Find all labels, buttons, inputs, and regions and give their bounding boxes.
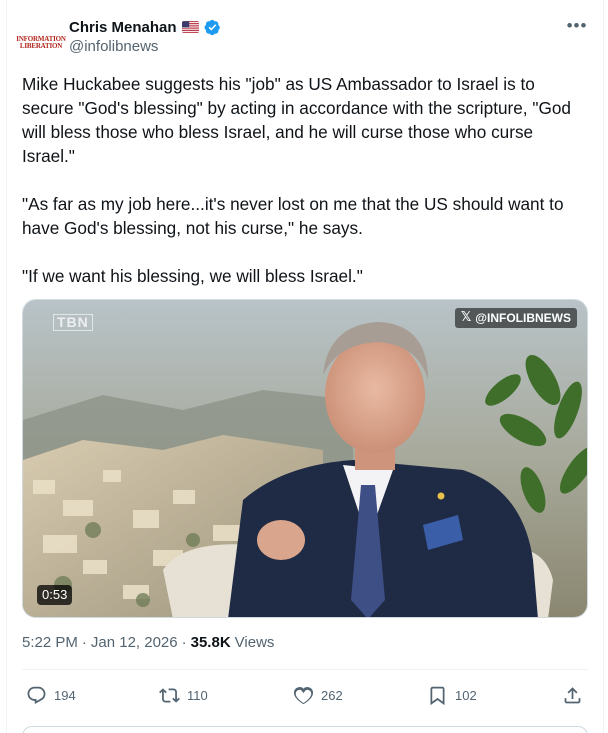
repost-count: 110 [187, 687, 208, 703]
views-count: 35.8K [190, 634, 231, 651]
tweet-paragraph: "If we want his blessing, we will bless … [22, 266, 363, 286]
like-button[interactable]: 262 [293, 681, 343, 709]
bookmark-button[interactable]: 102 [427, 681, 477, 709]
channel-logo: TBN [53, 314, 93, 331]
divider [22, 669, 588, 670]
reply-count: 194 [54, 687, 76, 703]
verified-badge-icon[interactable] [204, 19, 221, 36]
views-label: Views [234, 634, 275, 651]
meta-separator: · [81, 634, 87, 651]
share-button[interactable] [562, 681, 583, 709]
reply-icon [27, 686, 46, 704]
heart-icon [293, 686, 314, 704]
avatar-text-line2: LIBERATION [19, 42, 63, 50]
more-options-icon[interactable]: ••• [564, 16, 590, 38]
tweet-meta: 5:22 PM · Jan 12, 2026 · 35.8K Views [22, 634, 274, 651]
bookmark-count: 102 [455, 687, 477, 703]
watermark-text: @INFOLIBNEWS [475, 311, 571, 325]
video-frame [23, 300, 587, 617]
avatar[interactable]: INFORMATION LIBERATION [16, 22, 66, 64]
reply-input[interactable] [22, 726, 588, 733]
video-player[interactable]: TBN 𝕏 @INFOLIBNEWS 0:53 [22, 299, 588, 618]
tweet-paragraph: "As far as my job here...it's never lost… [22, 194, 564, 238]
reply-button[interactable]: 194 [26, 681, 76, 709]
meta-separator: · [181, 634, 187, 651]
author-name-row: Chris Menahan [69, 17, 221, 37]
share-icon [564, 686, 581, 703]
tweet-time[interactable]: 5:22 PM [22, 634, 78, 651]
bookmark-icon [430, 686, 445, 705]
tweet-paragraph: Mike Huckabee suggests his "job" as US A… [22, 74, 571, 166]
repost-icon [159, 687, 180, 703]
tweet-date[interactable]: Jan 12, 2026 [91, 634, 178, 651]
video-duration: 0:53 [37, 585, 73, 605]
author-handle[interactable]: @infolibnews [69, 38, 158, 55]
tweet-text: Mike Huckabee suggests his "job" as US A… [22, 72, 588, 312]
x-logo-icon: 𝕏 [460, 310, 472, 325]
action-bar: 194 110 262 102 [22, 681, 588, 709]
video-watermark: 𝕏 @INFOLIBNEWS [454, 308, 577, 328]
repost-button[interactable]: 110 [159, 681, 208, 709]
author-name[interactable]: Chris Menahan [69, 19, 177, 36]
like-count: 262 [321, 687, 343, 703]
us-flag-icon [181, 21, 199, 33]
